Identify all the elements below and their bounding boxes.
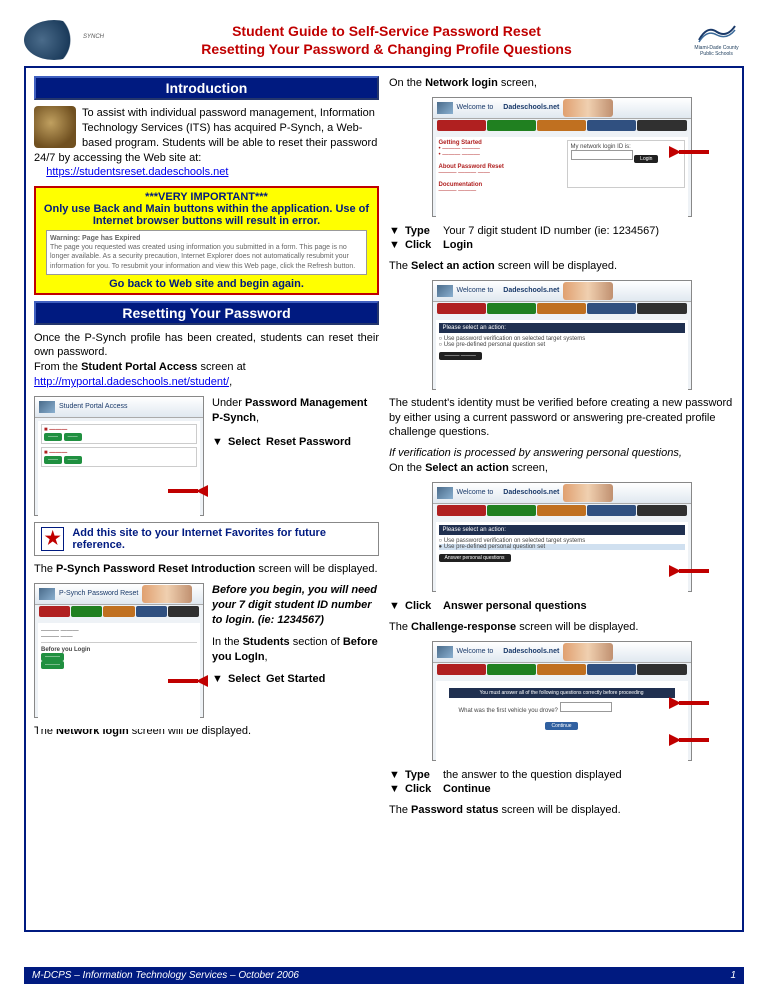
page-number: 1 bbox=[730, 970, 736, 981]
screenshot-student-portal: Student Portal Access ■ ——— —— —— ■ ——— … bbox=[34, 396, 204, 516]
star-icon: ★ bbox=[41, 527, 64, 551]
section-title-reset: Resetting Your Password bbox=[34, 301, 379, 325]
type-click-login: ▼TypeYour 7 digit student ID number (ie:… bbox=[389, 223, 734, 253]
screenshot-network-login: Welcome to Dadeschools.net Getting Start… bbox=[432, 97, 692, 217]
wave-icon bbox=[697, 20, 737, 45]
header: Student Guide to Self-Service Password R… bbox=[24, 20, 744, 60]
portal-link[interactable]: http://myportal.dadeschools.net/student/ bbox=[34, 376, 229, 388]
page: Student Guide to Self-Service Password R… bbox=[0, 0, 768, 994]
warning-footer: Go back to Web site and begin again. bbox=[40, 278, 373, 290]
warning-inner-panel: Warning: Page has Expired The page you r… bbox=[46, 230, 367, 274]
before-begin-block: Before you begin, you will need your 7 d… bbox=[212, 583, 379, 687]
type-click-continue: ▼Typethe answer to the question displaye… bbox=[389, 767, 734, 797]
screenshot-select-action-2: Welcome to Dadeschools.net Please select… bbox=[432, 482, 692, 592]
warning-box: ***VERY IMPORTANT*** Only use Back and M… bbox=[34, 186, 379, 294]
under-password-mgmt: Under Password Management P-Synch, ▼ Sel… bbox=[212, 396, 379, 450]
main-content: Introduction To assist with individual p… bbox=[24, 66, 744, 932]
if-verification-text: If verification is processed by answerin… bbox=[389, 446, 734, 476]
identity-verify-text: The student's identity must be verified … bbox=[389, 396, 734, 441]
psynch-intro-line: The P-Synch Password Reset Introduction … bbox=[34, 562, 379, 577]
left-column: Introduction To assist with individual p… bbox=[34, 76, 379, 922]
password-status-line: The Password status screen will be displ… bbox=[389, 803, 734, 818]
page-title: Student Guide to Self-Service Password R… bbox=[94, 22, 679, 58]
on-network-login: On the Network login screen, bbox=[389, 76, 734, 91]
psynch-logo-icon bbox=[24, 20, 84, 60]
click-answer-row: ▼ClickAnswer personal questions bbox=[389, 600, 734, 612]
warning-body: Only use Back and Main buttons within th… bbox=[40, 203, 373, 227]
warning-header: ***VERY IMPORTANT*** bbox=[40, 191, 373, 203]
title-line2: Resetting Your Password & Changing Profi… bbox=[94, 40, 679, 58]
down-triangle-icon: ▼ bbox=[212, 673, 224, 685]
down-triangle-icon: ▼ bbox=[212, 436, 224, 448]
mdcps-logo: Miami-Dade County Public Schools bbox=[689, 20, 744, 60]
right-column: On the Network login screen, Welcome to … bbox=[389, 76, 734, 922]
screenshot-challenge-response: Welcome to Dadeschools.net You must answ… bbox=[432, 641, 692, 761]
portal-screenshot-row: Student Portal Access ■ ——— —— —— ■ ——— … bbox=[34, 396, 379, 516]
psynch-screenshot-row: P-Synch Password Reset ——— —————— —— Bef… bbox=[34, 583, 379, 718]
footer-bar: M-DCPS – Information Technology Services… bbox=[24, 967, 744, 984]
intro-paragraph: To assist with individual password manag… bbox=[34, 106, 379, 180]
screenshot-psynch-intro: P-Synch Password Reset ——— —————— —— Bef… bbox=[34, 583, 204, 718]
reset-site-link[interactable]: https://studentsreset.dadeschools.net bbox=[46, 166, 228, 178]
reset-intro: Once the P-Synch profile has been create… bbox=[34, 331, 379, 390]
section-title-intro: Introduction bbox=[34, 76, 379, 100]
challenge-response-line: The Challenge-response screen will be di… bbox=[389, 620, 734, 635]
title-line1: Student Guide to Self-Service Password R… bbox=[94, 22, 679, 40]
favorites-tip: ★ Add this site to your Internet Favorit… bbox=[34, 522, 379, 556]
footer-text: M-DCPS – Information Technology Services… bbox=[32, 970, 299, 981]
keys-icon bbox=[34, 106, 76, 148]
select-action-line: The Select an action screen will be disp… bbox=[389, 259, 734, 274]
screenshot-select-action-1: Welcome to Dadeschools.net Please select… bbox=[432, 280, 692, 390]
